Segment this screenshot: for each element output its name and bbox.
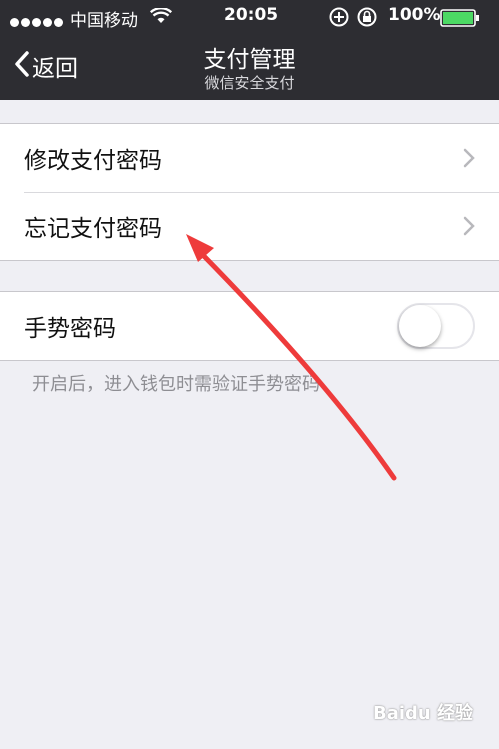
wifi-icon: [149, 7, 173, 29]
baidu-watermark: Baidu 经验: [372, 703, 473, 724]
gesture-password-item: 手势密码: [0, 292, 499, 360]
toggle-knob: [399, 305, 441, 347]
chevron-right-icon: [463, 148, 475, 174]
battery-percentage: 100%: [388, 5, 441, 25]
status-bar: 中国移动 20:05 100%: [0, 0, 499, 32]
page-subtitle: 微信安全支付: [204, 74, 295, 92]
signal-strength-icon: [10, 12, 65, 32]
forgot-payment-password-item[interactable]: 忘记支付密码: [0, 192, 499, 260]
gesture-password-toggle[interactable]: [397, 303, 475, 349]
gesture-password-note: 开启后，进入钱包时需验证手势密码: [32, 374, 320, 395]
password-settings-group: 修改支付密码 忘记支付密码: [0, 123, 499, 261]
change-payment-password-item[interactable]: 修改支付密码: [0, 124, 499, 192]
rotation-lock-icon: [329, 7, 377, 27]
status-time: 20:05: [224, 5, 279, 25]
gesture-password-label: 手势密码: [24, 316, 116, 342]
battery-icon: [440, 9, 480, 32]
top-bar: 中国移动 20:05 100% 返回 支付管理 微信安全支付: [0, 0, 499, 100]
list-item-label: 忘记支付密码: [24, 216, 162, 242]
page-title: 支付管理: [203, 47, 296, 73]
gesture-password-group: 手势密码: [0, 291, 499, 361]
chevron-right-icon: [463, 216, 475, 242]
list-item-label: 修改支付密码: [24, 148, 162, 174]
carrier-name: 中国移动: [70, 11, 138, 31]
